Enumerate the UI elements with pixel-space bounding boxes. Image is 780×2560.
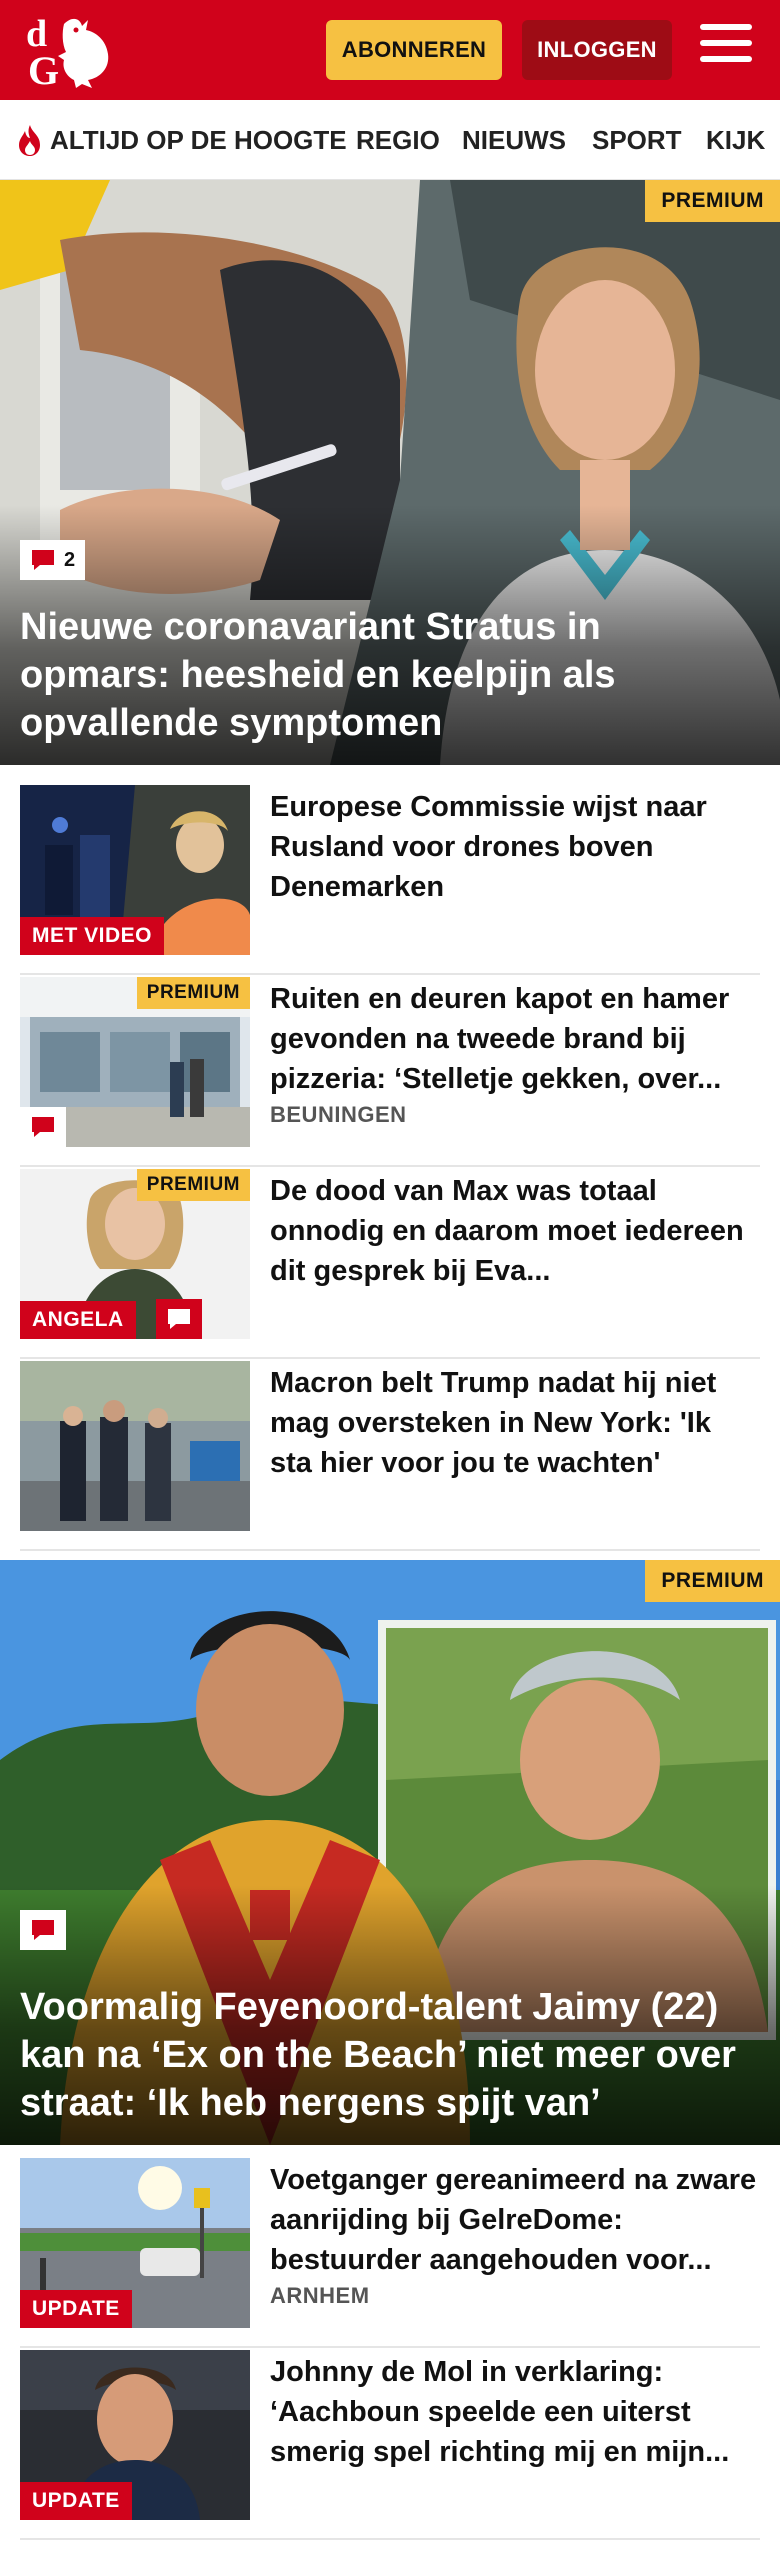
hero-title[interactable]: Nieuwe coronavariant Stratus in opmars: …: [20, 603, 756, 747]
article-title[interactable]: De dood van Max was totaal onnodig en da…: [270, 1171, 760, 1291]
article-title[interactable]: Macron belt Trump nadat hij niet mag ove…: [270, 1363, 760, 1483]
nav-item-regio[interactable]: REGIO: [356, 100, 440, 179]
premium-badge: PREMIUM: [645, 180, 780, 222]
comment-count: 2: [64, 548, 76, 571]
list-item[interactable]: UPDATE Johnny de Mol in verklaring: ‘Aac…: [20, 2350, 760, 2540]
hero-article-2[interactable]: PREMIUM Voormalig Feyenoord-talent Jaimy…: [0, 1560, 780, 2145]
list-item[interactable]: UPDATE Voetganger gereanimeerd na zware …: [20, 2158, 760, 2348]
article-thumbnail: PREMIUM ANGELA: [20, 1169, 250, 1339]
article-title[interactable]: Europese Commissie wijst naar Rusland vo…: [270, 787, 760, 907]
hamburger-menu-icon[interactable]: [700, 24, 752, 76]
top-header: d G ABONNEREN INLOGGEN: [0, 0, 780, 100]
hero-article-1[interactable]: PREMIUM 2 Nieuwe coronavariant Stratus i…: [0, 180, 780, 765]
article-title[interactable]: Johnny de Mol in verklaring: ‘Aachboun s…: [270, 2352, 760, 2472]
comment-bubble-icon: [32, 550, 54, 570]
comment-bubble-icon[interactable]: [20, 1910, 66, 1950]
article-title[interactable]: Ruiten en deuren kapot en hamer gevonden…: [270, 979, 760, 1099]
update-label: UPDATE: [20, 2290, 132, 2328]
nav-label: ALTIJD OP DE HOOGTE: [50, 124, 347, 155]
nav-item-sport[interactable]: SPORT: [592, 100, 682, 179]
article-thumbnail: PREMIUM: [20, 977, 250, 1147]
video-label: MET VIDEO: [20, 917, 165, 955]
list-item[interactable]: Macron belt Trump nadat hij niet mag ove…: [20, 1361, 760, 1551]
update-label: UPDATE: [20, 2482, 132, 2520]
article-thumbnail: UPDATE: [20, 2158, 250, 2328]
nav-item-kijk[interactable]: KIJK: [706, 100, 765, 179]
article-location: ARNHEM: [270, 2283, 370, 2308]
subscribe-button[interactable]: ABONNEREN: [326, 20, 502, 80]
login-button[interactable]: INLOGGEN: [522, 20, 672, 80]
svg-text:G: G: [28, 48, 59, 90]
comment-bubble-icon[interactable]: [156, 1299, 202, 1339]
comment-bubble-icon[interactable]: [20, 1107, 66, 1147]
flame-icon: [19, 125, 40, 156]
article-location: BEUNINGEN: [270, 1102, 407, 1127]
hero-title[interactable]: Voormalig Feyenoord-talent Jaimy (22) ka…: [20, 1983, 756, 2127]
nav-item-altijd-op-de-hoogte[interactable]: ALTIJD OP DE HOOGTE: [16, 100, 347, 179]
logo-rooster-icon[interactable]: d G: [22, 10, 117, 90]
premium-badge: PREMIUM: [645, 1560, 780, 1602]
comment-count-badge[interactable]: 2: [20, 540, 86, 580]
article-thumbnail: UPDATE: [20, 2350, 250, 2520]
article-thumbnail: MET VIDEO: [20, 785, 250, 955]
list-item[interactable]: PREMIUM Ruiten en deuren kapot en hamer …: [20, 977, 760, 1167]
section-nav: ALTIJD OP DE HOOGTE REGIO NIEUWS SPORT K…: [0, 100, 780, 180]
angela-label: ANGELA: [20, 1301, 136, 1339]
nav-item-nieuws[interactable]: NIEUWS: [462, 100, 566, 179]
list-item[interactable]: MET VIDEO Europese Commissie wijst naar …: [20, 785, 760, 975]
list-item[interactable]: PREMIUM ANGELA De dood van Max was totaa…: [20, 1169, 760, 1359]
article-title[interactable]: Voetganger gereanimeerd na zware aanrijd…: [270, 2160, 760, 2280]
article-thumbnail: [20, 1361, 250, 1531]
premium-badge: PREMIUM: [136, 1169, 250, 1201]
premium-badge: PREMIUM: [136, 977, 250, 1009]
